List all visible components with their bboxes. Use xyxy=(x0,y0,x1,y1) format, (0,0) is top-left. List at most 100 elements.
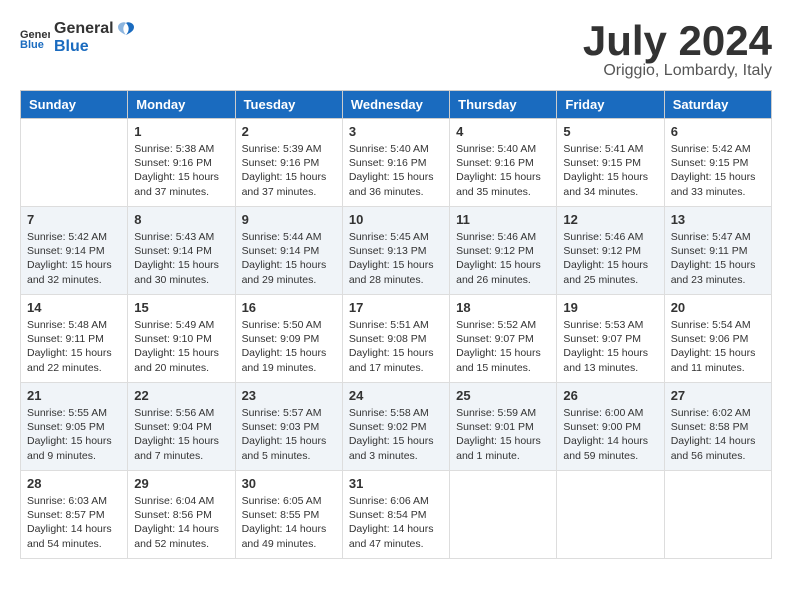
day-number: 21 xyxy=(27,388,121,403)
day-number: 26 xyxy=(563,388,657,403)
day-info: Sunrise: 6:04 AM Sunset: 8:56 PM Dayligh… xyxy=(134,494,228,551)
day-info: Sunrise: 6:06 AM Sunset: 8:54 PM Dayligh… xyxy=(349,494,443,551)
day-info: Sunrise: 5:53 AM Sunset: 9:07 PM Dayligh… xyxy=(563,318,657,375)
weekday-header-saturday: Saturday xyxy=(664,91,771,119)
day-info: Sunrise: 5:59 AM Sunset: 9:01 PM Dayligh… xyxy=(456,406,550,463)
day-info: Sunrise: 5:48 AM Sunset: 9:11 PM Dayligh… xyxy=(27,318,121,375)
logo-general-text: General xyxy=(54,20,114,38)
logo-icon: General Blue xyxy=(20,26,50,50)
calendar-cell: 10Sunrise: 5:45 AM Sunset: 9:13 PM Dayli… xyxy=(342,207,449,295)
weekday-header-monday: Monday xyxy=(128,91,235,119)
day-info: Sunrise: 6:02 AM Sunset: 8:58 PM Dayligh… xyxy=(671,406,765,463)
title-section: July 2024 Origgio, Lombardy, Italy xyxy=(583,20,772,80)
calendar-cell: 4 Sunrise: 5:40 AM Sunset: 9:16 PM Daylig… xyxy=(450,119,557,207)
logo-blue-text: Blue xyxy=(54,38,89,55)
calendar-week-row: 28 Sunrise: 6:03 AM Sunset: 8:57 PM Dayli… xyxy=(21,471,772,559)
calendar-cell: 5 Sunrise: 5:41 AM Sunset: 9:15 PM Daylig… xyxy=(557,119,664,207)
location-title: Origgio, Lombardy, Italy xyxy=(583,62,772,80)
calendar-cell: 8 Sunrise: 5:43 AM Sunset: 9:14 PM Daylig… xyxy=(128,207,235,295)
calendar-cell: 15 Sunrise: 5:49 AM Sunset: 9:10 PM Dayli… xyxy=(128,295,235,383)
day-info: Sunrise: 5:57 AM Sunset: 9:03 PM Dayligh… xyxy=(242,406,336,463)
day-info: Sunrise: 5:43 AM Sunset: 9:14 PM Dayligh… xyxy=(134,230,228,287)
day-info: Sunrise: 5:40 AM Sunset: 9:16 PM Dayligh… xyxy=(349,142,443,199)
day-number: 14 xyxy=(27,300,121,315)
day-number: 19 xyxy=(563,300,657,315)
calendar-week-row: 14 Sunrise: 5:48 AM Sunset: 9:11 PM Dayli… xyxy=(21,295,772,383)
day-number: 29 xyxy=(134,476,228,491)
logo: General Blue General Blue xyxy=(20,20,136,56)
day-number: 16 xyxy=(242,300,336,315)
calendar-week-row: 21 Sunrise: 5:55 AM Sunset: 9:05 PM Dayli… xyxy=(21,383,772,471)
day-number: 28 xyxy=(27,476,121,491)
day-info: Sunrise: 5:47 AM Sunset: 9:11 PM Dayligh… xyxy=(671,230,765,287)
day-info: Sunrise: 5:41 AM Sunset: 9:15 PM Dayligh… xyxy=(563,142,657,199)
day-number: 30 xyxy=(242,476,336,491)
calendar-cell: 17 Sunrise: 5:51 AM Sunset: 9:08 PM Dayli… xyxy=(342,295,449,383)
day-number: 8 xyxy=(134,212,228,227)
svg-text:Blue: Blue xyxy=(20,39,44,50)
day-number: 3 xyxy=(349,124,443,139)
day-info: Sunrise: 5:56 AM Sunset: 9:04 PM Dayligh… xyxy=(134,406,228,463)
calendar-cell: 26Sunrise: 6:00 AM Sunset: 9:00 PM Dayli… xyxy=(557,383,664,471)
calendar-cell: 14 Sunrise: 5:48 AM Sunset: 9:11 PM Dayli… xyxy=(21,295,128,383)
day-number: 17 xyxy=(349,300,443,315)
calendar-cell: 20Sunrise: 5:54 AM Sunset: 9:06 PM Dayli… xyxy=(664,295,771,383)
day-number: 13 xyxy=(671,212,765,227)
day-info: Sunrise: 5:55 AM Sunset: 9:05 PM Dayligh… xyxy=(27,406,121,463)
day-info: Sunrise: 5:51 AM Sunset: 9:08 PM Dayligh… xyxy=(349,318,443,375)
calendar-cell: 3 Sunrise: 5:40 AM Sunset: 9:16 PM Daylig… xyxy=(342,119,449,207)
calendar-cell: 7Sunrise: 5:42 AM Sunset: 9:14 PM Daylig… xyxy=(21,207,128,295)
calendar-cell xyxy=(664,471,771,559)
day-info: Sunrise: 5:45 AM Sunset: 9:13 PM Dayligh… xyxy=(349,230,443,287)
day-number: 1 xyxy=(134,124,228,139)
calendar-week-row: 1 Sunrise: 5:38 AM Sunset: 9:16 PM Daylig… xyxy=(21,119,772,207)
calendar-cell: 27 Sunrise: 6:02 AM Sunset: 8:58 PM Dayli… xyxy=(664,383,771,471)
calendar-cell: 9Sunrise: 5:44 AM Sunset: 9:14 PM Daylig… xyxy=(235,207,342,295)
day-number: 15 xyxy=(134,300,228,315)
day-number: 22 xyxy=(134,388,228,403)
calendar-table: SundayMondayTuesdayWednesdayThursdayFrid… xyxy=(20,90,772,559)
calendar-cell: 28 Sunrise: 6:03 AM Sunset: 8:57 PM Dayli… xyxy=(21,471,128,559)
calendar-cell: 24Sunrise: 5:58 AM Sunset: 9:02 PM Dayli… xyxy=(342,383,449,471)
day-info: Sunrise: 5:39 AM Sunset: 9:16 PM Dayligh… xyxy=(242,142,336,199)
day-number: 12 xyxy=(563,212,657,227)
day-number: 20 xyxy=(671,300,765,315)
day-info: Sunrise: 5:49 AM Sunset: 9:10 PM Dayligh… xyxy=(134,318,228,375)
calendar-cell: 21 Sunrise: 5:55 AM Sunset: 9:05 PM Dayli… xyxy=(21,383,128,471)
day-number: 6 xyxy=(671,124,765,139)
weekday-header-tuesday: Tuesday xyxy=(235,91,342,119)
calendar-cell: 25 Sunrise: 5:59 AM Sunset: 9:01 PM Dayli… xyxy=(450,383,557,471)
day-info: Sunrise: 6:03 AM Sunset: 8:57 PM Dayligh… xyxy=(27,494,121,551)
day-number: 4 xyxy=(456,124,550,139)
day-number: 25 xyxy=(456,388,550,403)
calendar-cell xyxy=(21,119,128,207)
day-info: Sunrise: 5:42 AM Sunset: 9:15 PM Dayligh… xyxy=(671,142,765,199)
calendar-cell: 22 Sunrise: 5:56 AM Sunset: 9:04 PM Dayli… xyxy=(128,383,235,471)
day-number: 2 xyxy=(242,124,336,139)
calendar-cell: 23Sunrise: 5:57 AM Sunset: 9:03 PM Dayli… xyxy=(235,383,342,471)
logo-bird-icon xyxy=(116,21,136,37)
day-info: Sunrise: 6:05 AM Sunset: 8:55 PM Dayligh… xyxy=(242,494,336,551)
calendar-cell: 29 Sunrise: 6:04 AM Sunset: 8:56 PM Dayli… xyxy=(128,471,235,559)
day-info: Sunrise: 5:50 AM Sunset: 9:09 PM Dayligh… xyxy=(242,318,336,375)
weekday-header-wednesday: Wednesday xyxy=(342,91,449,119)
weekday-header-friday: Friday xyxy=(557,91,664,119)
day-info: Sunrise: 5:46 AM Sunset: 9:12 PM Dayligh… xyxy=(563,230,657,287)
calendar-cell xyxy=(450,471,557,559)
calendar-cell: 16 Sunrise: 5:50 AM Sunset: 9:09 PM Dayli… xyxy=(235,295,342,383)
calendar-week-row: 7Sunrise: 5:42 AM Sunset: 9:14 PM Daylig… xyxy=(21,207,772,295)
calendar-cell: 11 Sunrise: 5:46 AM Sunset: 9:12 PM Dayli… xyxy=(450,207,557,295)
day-number: 11 xyxy=(456,212,550,227)
day-number: 24 xyxy=(349,388,443,403)
page-header: General Blue General Blue July 2024 Orig… xyxy=(20,20,772,80)
day-info: Sunrise: 5:46 AM Sunset: 9:12 PM Dayligh… xyxy=(456,230,550,287)
day-number: 5 xyxy=(563,124,657,139)
day-number: 18 xyxy=(456,300,550,315)
day-info: Sunrise: 5:38 AM Sunset: 9:16 PM Dayligh… xyxy=(134,142,228,199)
calendar-cell: 6 Sunrise: 5:42 AM Sunset: 9:15 PM Daylig… xyxy=(664,119,771,207)
calendar-cell: 18Sunrise: 5:52 AM Sunset: 9:07 PM Dayli… xyxy=(450,295,557,383)
day-info: Sunrise: 5:40 AM Sunset: 9:16 PM Dayligh… xyxy=(456,142,550,199)
calendar-cell: 19 Sunrise: 5:53 AM Sunset: 9:07 PM Dayli… xyxy=(557,295,664,383)
day-number: 27 xyxy=(671,388,765,403)
calendar-cell: 30 Sunrise: 6:05 AM Sunset: 8:55 PM Dayli… xyxy=(235,471,342,559)
